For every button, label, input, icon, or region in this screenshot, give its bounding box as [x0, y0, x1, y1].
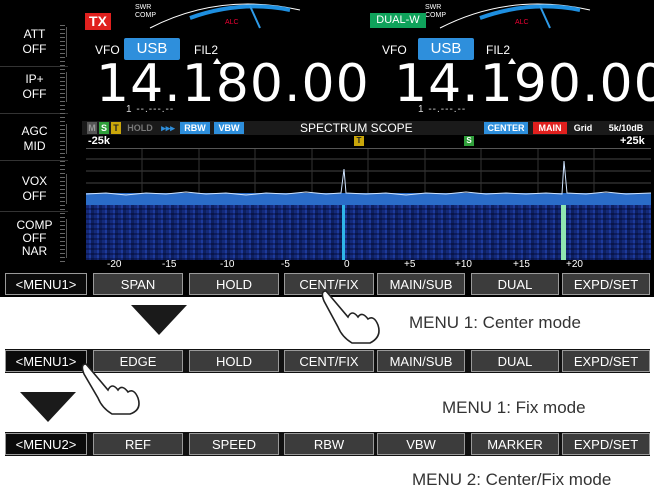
- scope-tag-hold: HOLD: [127, 123, 153, 133]
- expd-set-button[interactable]: EXPD/SET: [562, 433, 650, 455]
- marker-t: T: [354, 136, 364, 146]
- scope-main-badge: MAIN: [533, 122, 567, 134]
- expd-set-button[interactable]: EXPD/SET: [562, 350, 650, 372]
- scope-tag-speed: ▸▸▸: [161, 123, 175, 133]
- meter-main: SWR COMP ALC: [135, 3, 301, 29]
- scope-tag-t: T: [111, 122, 121, 134]
- axis-label: +5: [404, 259, 416, 270]
- sub-memory: 1 --.---.--: [418, 104, 467, 115]
- span-button[interactable]: SPAN: [93, 273, 183, 295]
- agc-button[interactable]: AGC MID: [3, 124, 67, 154]
- cent-fix-button[interactable]: CENT/FIX: [284, 350, 374, 372]
- marker-s: S: [464, 136, 474, 146]
- scope-tag-m: M: [87, 122, 97, 134]
- svg-text:ALC: ALC: [515, 19, 529, 26]
- main-sub-button[interactable]: MAIN/SUB: [377, 350, 465, 372]
- waterfall[interactable]: [86, 205, 651, 260]
- svg-text:SWR: SWR: [135, 4, 151, 11]
- arrow-down-icon: [20, 392, 76, 422]
- hold-button[interactable]: HOLD: [189, 273, 279, 295]
- divider: [0, 211, 68, 212]
- sidebar-grip: [60, 22, 65, 262]
- svg-text:COMP: COMP: [135, 12, 156, 19]
- axis-label: -15: [162, 259, 177, 270]
- menu1-button[interactable]: <MENU1>: [5, 273, 87, 295]
- transceiver-screen: SWR COMP ALC SWR COMP ALC ATT OFF IP+ OF…: [0, 0, 654, 297]
- ip-plus-button[interactable]: IP+ OFF: [3, 72, 67, 102]
- scope-grid-label: Grid: [573, 123, 593, 133]
- comp-button[interactable]: COMP OFF NAR: [3, 219, 67, 258]
- arrow-down-icon: [131, 305, 187, 335]
- dual-button[interactable]: DUAL: [471, 273, 559, 295]
- scope-left-edge: -25k: [88, 135, 111, 147]
- caption-menu2: MENU 2: Center/Fix mode: [412, 470, 612, 489]
- axis-label: -5: [281, 259, 290, 270]
- tx-indicator: TX: [85, 13, 111, 30]
- svg-text:ALC: ALC: [225, 19, 239, 26]
- axis-label: +15: [513, 259, 530, 270]
- caption-center-mode: MENU 1: Center mode: [409, 313, 581, 332]
- divider: [0, 160, 68, 161]
- rbw-button[interactable]: RBW: [284, 433, 374, 455]
- dual-button[interactable]: DUAL: [471, 350, 559, 372]
- hand-pointer-icon: [321, 290, 380, 344]
- scope-title: SPECTRUM SCOPE: [300, 121, 413, 135]
- scope-right-edge: +25k: [620, 135, 645, 147]
- caption-fix-mode: MENU 1: Fix mode: [442, 398, 586, 417]
- divider: [0, 113, 68, 114]
- spectrum-scope[interactable]: [85, 148, 652, 206]
- hand-pointer-icon: [81, 363, 140, 415]
- ref-button[interactable]: REF: [93, 433, 183, 455]
- svg-text:SWR: SWR: [425, 4, 441, 11]
- marker-button[interactable]: MARKER: [471, 433, 559, 455]
- axis-label: 0: [344, 259, 350, 270]
- scope-header: M S T HOLD ▸▸▸ RBW VBW SPECTRUM SCOPE CE…: [82, 121, 654, 135]
- meter-sub: SWR COMP ALC: [425, 3, 591, 29]
- menu2-button[interactable]: <MENU2>: [5, 433, 87, 455]
- scope-tag-rbw: RBW: [180, 122, 210, 134]
- main-memory: 1 --.---.--: [126, 104, 175, 115]
- axis-label: -10: [220, 259, 235, 270]
- vbw-button[interactable]: VBW: [377, 433, 465, 455]
- axis-label: +20: [566, 259, 583, 270]
- axis-label: -20: [107, 259, 122, 270]
- scope-tag-vbw: VBW: [214, 122, 244, 134]
- scope-center-badge: CENTER: [484, 122, 528, 134]
- att-button[interactable]: ATT OFF: [3, 27, 67, 57]
- waterfall-signal-main: [342, 205, 345, 260]
- speed-button[interactable]: SPEED: [189, 433, 279, 455]
- svg-text:COMP: COMP: [425, 12, 446, 19]
- main-sub-button[interactable]: MAIN/SUB: [377, 273, 465, 295]
- menu1-button[interactable]: <MENU1>: [5, 350, 87, 372]
- axis-label: +10: [455, 259, 472, 270]
- divider: [0, 66, 68, 67]
- vox-button[interactable]: VOX OFF: [3, 174, 67, 204]
- spectrum-trace: [85, 149, 652, 206]
- scope-tag-s: S: [99, 122, 109, 134]
- waterfall-noise: [86, 205, 651, 260]
- scope-span-info: 5k/10dB: [608, 123, 644, 133]
- sub-frequency[interactable]: 14.190.00: [394, 58, 654, 110]
- main-frequency[interactable]: 14.180.00: [96, 58, 370, 110]
- hold-button[interactable]: HOLD: [189, 350, 279, 372]
- dual-watch-indicator: DUAL-W: [370, 13, 426, 28]
- expd-set-button[interactable]: EXPD/SET: [562, 273, 650, 295]
- waterfall-signal-sub: [561, 205, 566, 260]
- menu-bar-menu2: <MENU2> REF SPEED RBW VBW MARKER EXPD/SE…: [5, 432, 650, 456]
